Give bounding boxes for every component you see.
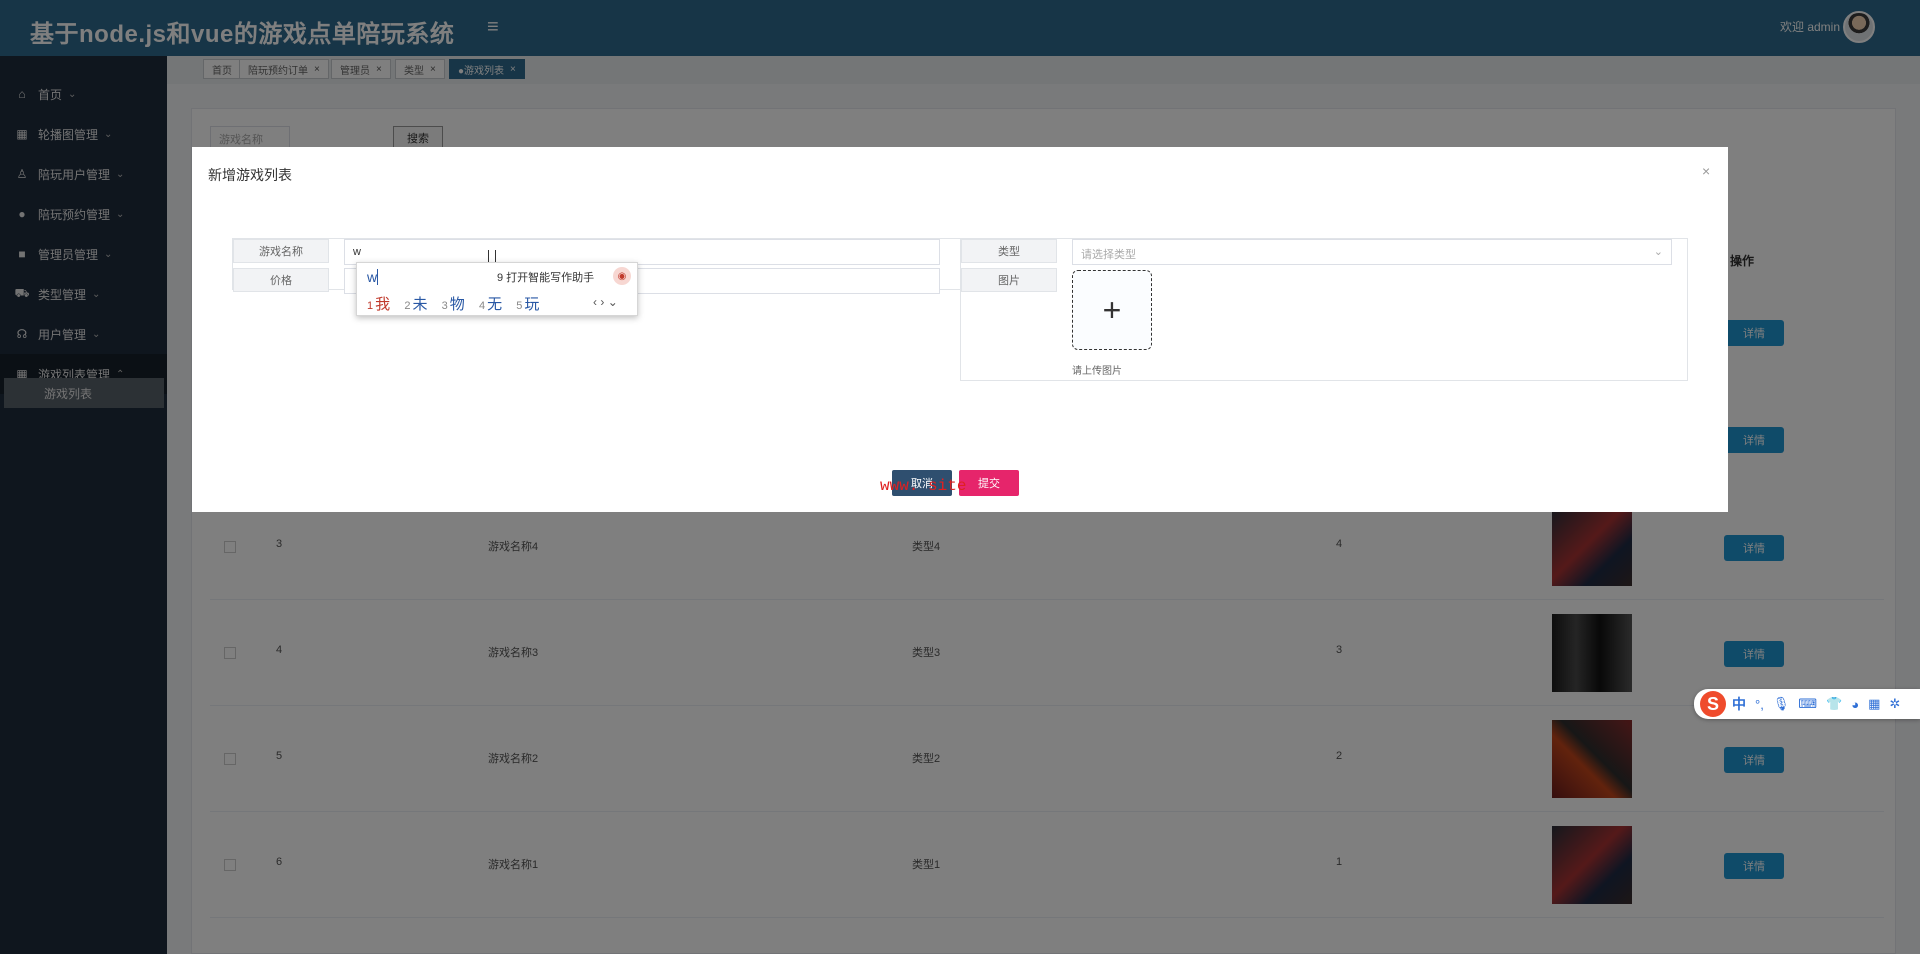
emoji-icon[interactable]: ◕ bbox=[1851, 697, 1859, 712]
candidate-char: 无 bbox=[487, 296, 503, 313]
image-label: 图片 bbox=[961, 268, 1057, 292]
ime-caret bbox=[377, 269, 378, 285]
type-label: 类型 bbox=[961, 239, 1057, 263]
ime-writing-assistant[interactable]: 9 打开智能写作助手 bbox=[497, 269, 594, 285]
ime-toolbar: S 中 °, 🎙 ⌨ 👕 ◕ ▦ ✲ bbox=[1694, 689, 1920, 719]
candidate-char: 玩 bbox=[524, 296, 540, 313]
candidate-char: 未 bbox=[412, 296, 428, 313]
close-icon[interactable]: × bbox=[1702, 163, 1710, 179]
game-name-label: 游戏名称 bbox=[233, 239, 329, 263]
type-select-placeholder: 请选择类型 bbox=[1081, 249, 1136, 261]
skin-icon[interactable]: 👕 bbox=[1826, 696, 1842, 712]
ime-candidate[interactable]: 1我 bbox=[367, 293, 390, 314]
candidate-number: 5 bbox=[516, 300, 523, 312]
grid-icon[interactable]: ▦ bbox=[1868, 696, 1880, 712]
ime-candidate[interactable]: 4无 bbox=[479, 293, 502, 314]
image-upload-button[interactable]: + bbox=[1072, 270, 1152, 350]
type-select[interactable]: 请选择类型 ⌄ bbox=[1072, 239, 1672, 265]
price-label: 价格 bbox=[233, 268, 329, 292]
add-game-dialog: 新增游戏列表 × 游戏名称 w 价格 类型 请选择类型 ⌄ 图片 + 请上传图片… bbox=[192, 147, 1728, 512]
ime-candidate[interactable]: 3物 bbox=[442, 293, 465, 314]
ime-candidates: 1我 2未 3物 4无 5玩 bbox=[367, 293, 549, 314]
candidate-char: 我 bbox=[375, 296, 391, 313]
ime-candidate-popup: w 9 打开智能写作助手 ◉ 1我 2未 3物 4无 5玩 ‹ › ⌄ bbox=[356, 262, 638, 316]
watermark: www. site bbox=[880, 477, 967, 495]
assistant-icon[interactable]: ◉ bbox=[613, 267, 631, 285]
microphone-icon[interactable]: 🎙 bbox=[1773, 696, 1790, 712]
candidate-number: 1 bbox=[367, 300, 374, 312]
upload-hint: 请上传图片 bbox=[1072, 366, 1122, 377]
plus-icon: + bbox=[1102, 291, 1122, 328]
sogou-logo-icon[interactable]: S bbox=[1700, 691, 1726, 717]
ime-pinyin: w bbox=[367, 269, 378, 285]
ime-candidate[interactable]: 5玩 bbox=[516, 293, 539, 314]
settings-icon[interactable]: ✲ bbox=[1889, 696, 1900, 712]
keyboard-icon[interactable]: ⌨ bbox=[1798, 696, 1817, 712]
chevron-right-icon[interactable]: › bbox=[600, 295, 604, 309]
candidate-char: 物 bbox=[449, 296, 465, 313]
chevron-down-icon[interactable]: ⌄ bbox=[608, 295, 618, 309]
ime-candidate[interactable]: 2未 bbox=[404, 293, 427, 314]
candidate-number: 2 bbox=[404, 300, 411, 312]
ime-pager[interactable]: ‹ › ⌄ bbox=[593, 295, 618, 309]
chevron-left-icon[interactable]: ‹ bbox=[593, 295, 597, 309]
chevron-down-icon: ⌄ bbox=[1653, 246, 1663, 258]
candidate-number: 3 bbox=[441, 300, 448, 312]
candidate-number: 4 bbox=[478, 300, 486, 312]
punctuation-icon[interactable]: °, bbox=[1755, 697, 1764, 712]
submit-button[interactable]: 提交 bbox=[959, 470, 1019, 496]
ime-language-toggle[interactable]: 中 bbox=[1732, 694, 1746, 714]
dialog-title: 新增游戏列表 bbox=[208, 167, 292, 183]
